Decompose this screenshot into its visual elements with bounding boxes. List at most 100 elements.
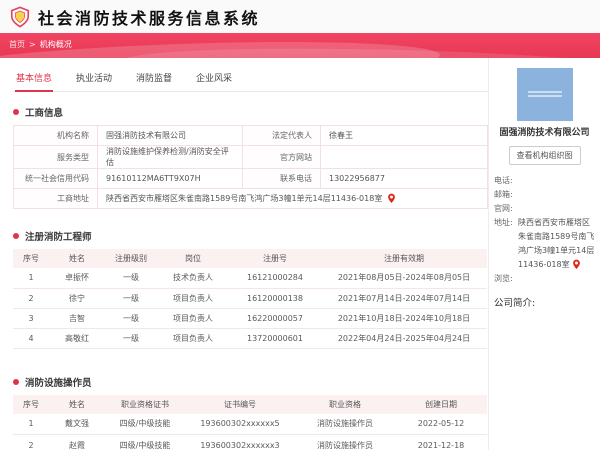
cell: 项目负责人 [173, 293, 213, 303]
cell: 戴文强 [65, 419, 89, 429]
column-header: 注册级别 [115, 254, 147, 263]
cell: 徐宁 [69, 293, 85, 303]
table-row: 服务类型 消防设施维护保养检测/消防安全评估 官方网站 [13, 145, 488, 169]
cell: 2021-12-18 [417, 440, 465, 450]
table-row: 3 吉智 一级 项目负责人 16220000057 2021年10月18日-20… [13, 308, 487, 328]
field-value [518, 202, 595, 216]
column-header: 序号 [23, 399, 39, 409]
cell: 16220000057 [247, 313, 303, 323]
tab-company-showcase[interactable]: 企业风采 [195, 66, 233, 91]
field-value: 消防设施维护保养检测/消防安全评估 [97, 145, 243, 169]
column-header: 创建日期 [425, 399, 457, 409]
cell: 13720000601 [247, 333, 303, 343]
breadcrumb-current: 机构概况 [39, 40, 72, 49]
field-label: 统一社会信用代码 [13, 168, 98, 189]
cell: 2 [28, 440, 34, 450]
section-title: 消防设施操作员 [25, 377, 92, 389]
field-label: 地址: [494, 218, 513, 227]
field-label: 官方网站 [242, 145, 321, 169]
column-header: 注册有效期 [384, 254, 424, 263]
field-label: 浏览: [494, 274, 513, 283]
column-header: 注册号 [263, 254, 287, 263]
cell: 卓振怀 [65, 273, 89, 283]
cell: 3 [28, 313, 34, 323]
company-intro-label: 公司简介: [494, 298, 536, 309]
business-info-table: 机构名称 固强消防技术有限公司 法定代表人 徐春王 服务类型 消防设施维护保养检… [13, 125, 488, 209]
cell: 16120000138 [247, 293, 303, 303]
field-value [518, 188, 595, 202]
section-bullet-icon [13, 109, 19, 115]
table-row: 统一社会信用代码 91610112MA6TT9X07H 联系电话 1302295… [13, 168, 488, 189]
cell: 4 [28, 333, 34, 343]
operators-table: 序号 姓名 职业资格证书 证书编号 职业资格 创建日期 1 戴文强 四级/中级技… [13, 394, 487, 450]
email-field: 邮箱: [494, 188, 595, 202]
location-pin-icon[interactable] [387, 193, 396, 204]
cell: 2022年04月24日-2025年04月24日 [337, 333, 471, 343]
cell: 2021年08月05日-2024年08月05日 [337, 273, 471, 283]
breadcrumb-home-link[interactable]: 首页 [9, 39, 25, 50]
column-header: 职业资格 [329, 399, 361, 409]
cell: 消防设施操作员 [317, 440, 373, 450]
column-header: 证书编号 [224, 399, 256, 409]
operators-section-header: 消防设施操作员 [13, 375, 488, 389]
cell: 吉智 [69, 313, 85, 323]
field-label: 工商地址 [13, 188, 98, 209]
column-header: 姓名 [69, 254, 85, 263]
tab-fire-supervision[interactable]: 消防监督 [135, 66, 173, 91]
breadcrumb-separator: > [29, 40, 36, 49]
view-org-chart-button[interactable]: 查看机构组织图 [508, 146, 581, 165]
business-info-section-header: 工商信息 [13, 105, 488, 119]
column-header: 姓名 [69, 399, 85, 409]
cell: 2022-05-12 [417, 419, 465, 429]
main-content: 基本信息 执业活动 消防监督 企业风采 工商信息 机构名称 固强消防技术有限公司… [0, 58, 488, 450]
column-header: 职业资格证书 [121, 399, 169, 409]
field-label: 电话: [494, 176, 513, 185]
cell: 2021年10月18日-2024年10月18日 [337, 313, 471, 323]
tab-bar: 基本信息 执业活动 消防监督 企业风采 [13, 66, 488, 92]
field-value [320, 145, 488, 169]
field-value: 徐春王 [320, 125, 488, 146]
shield-logo-icon [10, 5, 30, 28]
table-row: 机构名称 固强消防技术有限公司 法定代表人 徐春王 [13, 125, 488, 146]
cell: 高敬红 [65, 333, 89, 343]
cell: 一级 [123, 293, 139, 303]
company-name: 固强消防技术有限公司 [499, 128, 590, 138]
table-row: 工商地址 陕西省西安市雁塔区朱雀南路1589号南飞鸿广场3幢1单元14层1143… [13, 188, 488, 209]
company-logo-image [516, 68, 573, 121]
tab-basic-info[interactable]: 基本信息 [15, 66, 54, 92]
field-value [518, 174, 595, 188]
cell: 16121000284 [247, 273, 303, 283]
section-bullet-icon [13, 378, 19, 385]
table-row: 2 徐宁 一级 项目负责人 16120000138 2021年07月14日-20… [13, 288, 487, 308]
cell: 消防设施操作员 [317, 419, 373, 429]
field-value: 陕西省西安市雁塔区朱雀南路1589号南飞鸿广场3幢1单元14层11436-018… [97, 188, 488, 209]
cell: 2021年07月14日-2024年07月14日 [337, 293, 471, 303]
business-address-text: 陕西省西安市雁塔区朱雀南路1589号南飞鸿广场3幢1单元14层11436-018… [106, 194, 383, 203]
cell: 项目负责人 [173, 313, 213, 323]
field-label: 法定代表人 [242, 125, 321, 146]
app-title: 社会消防技术服务信息系统 [38, 8, 261, 28]
cell: 193600302xxxxxx5 [200, 419, 280, 429]
location-pin-icon[interactable] [572, 259, 581, 270]
field-label: 邮箱: [494, 190, 513, 199]
banner: 首页 > 机构概况 [0, 33, 600, 58]
field-value: 固强消防技术有限公司 [97, 125, 243, 146]
cell: 1 [28, 419, 34, 429]
column-header: 岗位 [185, 254, 201, 263]
sidebar-address-text: 陕西省西安市雁塔区朱雀南路1589号南飞鸿广场3幢1单元14层11436-018… [518, 218, 595, 269]
company-sidebar: 固强消防技术有限公司 查看机构组织图 电话: 邮箱: 官网: 地址: 陕西省西安… [488, 58, 600, 450]
table-row: 1 卓振怀 一级 技术负责人 16121000284 2021年08月05日-2… [13, 268, 487, 288]
table-row: 4 高敬红 一级 项目负责人 13720000601 2022年04月24日-2… [13, 328, 487, 348]
field-value [518, 272, 595, 286]
tab-practice-activities[interactable]: 执业活动 [75, 66, 113, 91]
table-header-row: 序号 姓名 职业资格证书 证书编号 职业资格 创建日期 [13, 394, 487, 414]
cell: 赵霞 [69, 440, 85, 450]
table-row: 2 赵霞 四级/中级技能 193600302xxxxxx3 消防设施操作员 20… [13, 435, 487, 450]
breadcrumb: 首页 > 机构概况 [9, 39, 72, 50]
cell: 四级/中级技能 [119, 419, 171, 429]
phone-field: 电话: [494, 174, 595, 188]
field-label: 机构名称 [13, 125, 98, 146]
field-value: 13022956877 [320, 168, 488, 189]
cell: 1 [28, 273, 34, 283]
engineers-table: 序号 姓名 注册级别 岗位 注册号 注册有效期 1 卓振怀 一级 技术负责人 1… [13, 249, 487, 349]
